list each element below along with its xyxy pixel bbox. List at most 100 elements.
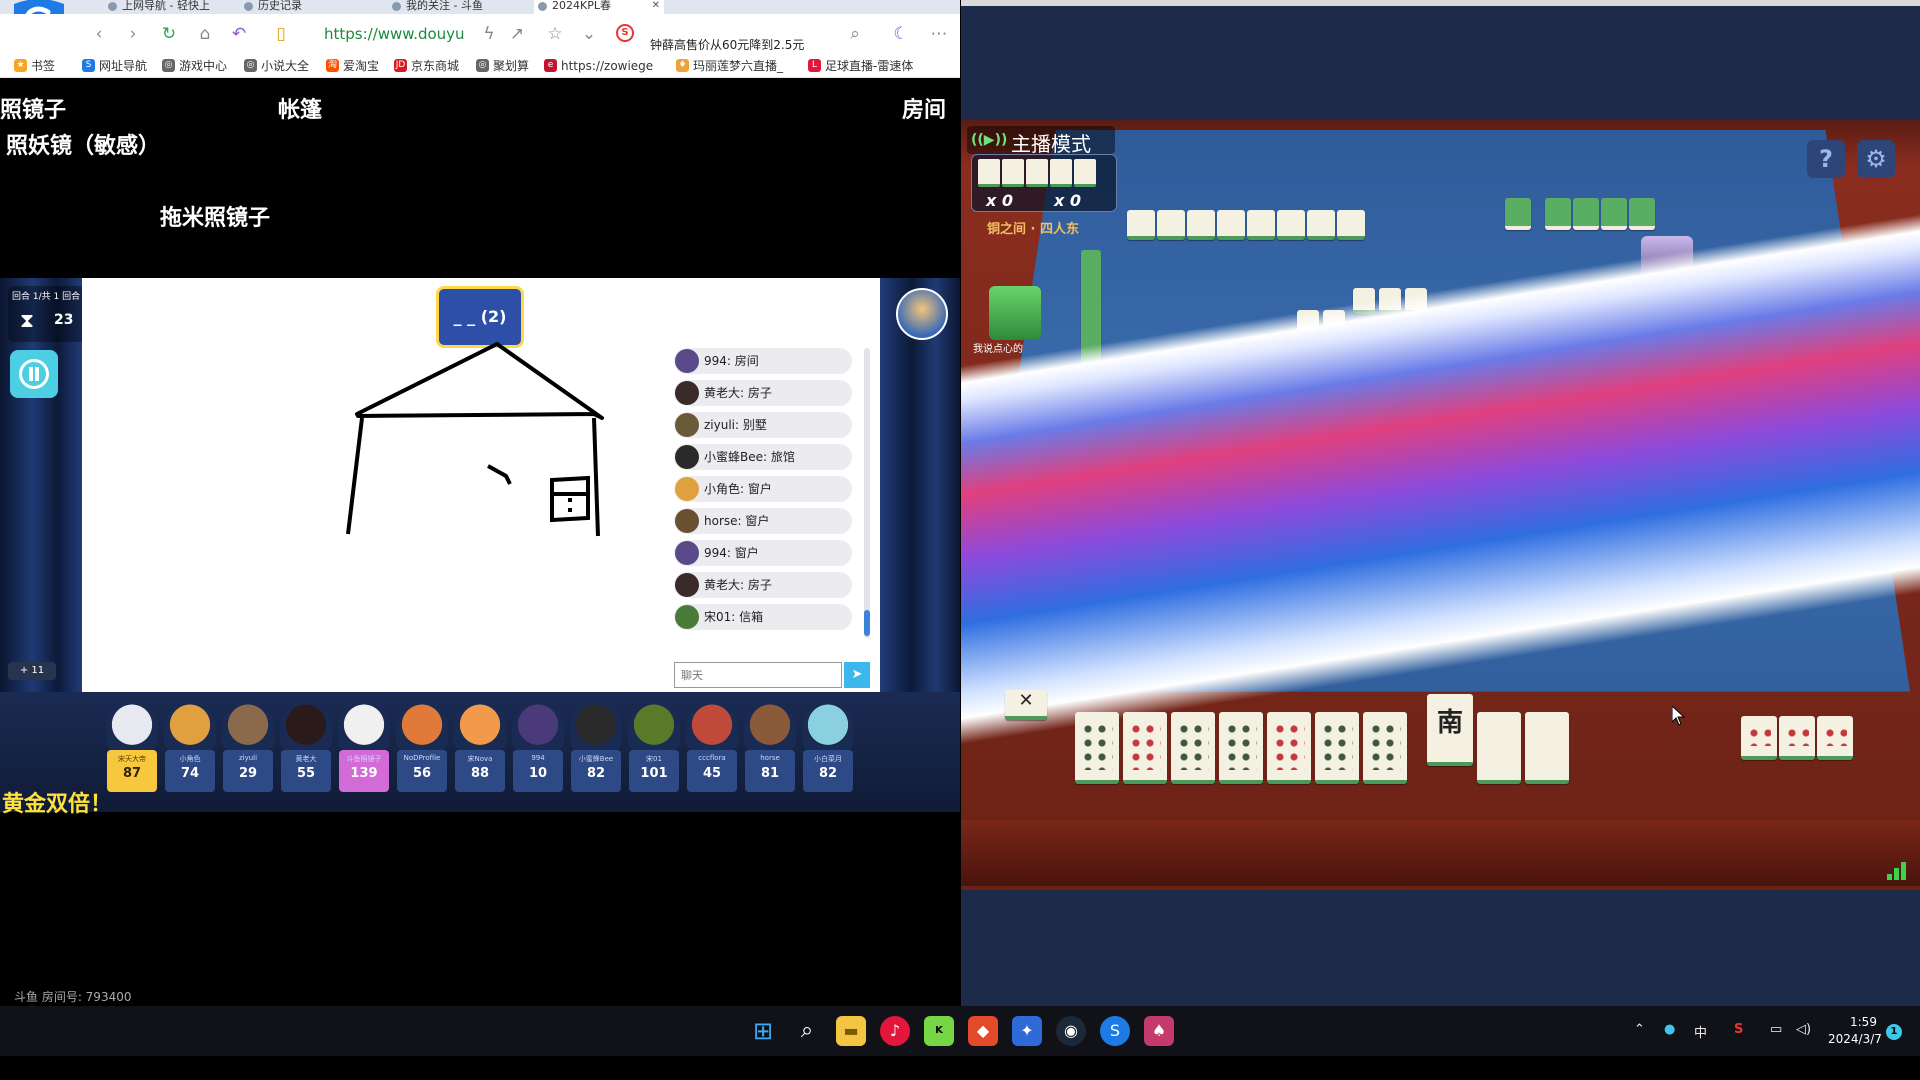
tile (1307, 210, 1335, 240)
news-ticker[interactable]: 钟薛高售价从60元降到2.5元 (650, 36, 804, 53)
player-bar: 宋天大帝 87 小角色 74 ziyuli 29 黄老大 55 斗鱼照镜子 139 NoD… (0, 692, 960, 812)
tab-history[interactable]: 历史记录 (240, 0, 370, 14)
microphone-icon[interactable]: ● (1664, 1022, 1675, 1037)
clock-date[interactable]: 2024/3/7 (1828, 1032, 1882, 1046)
avatar (675, 605, 699, 629)
home-icon[interactable]: ⌂ (194, 23, 216, 45)
back-icon[interactable]: ‹ (88, 23, 110, 45)
player-card[interactable]: 斗鱼照镜子 139 (338, 704, 390, 796)
hand-tile[interactable] (1477, 712, 1521, 784)
hand-tile[interactable] (1363, 712, 1407, 784)
bookmark-item[interactable]: S 网址导航 (82, 59, 147, 73)
avatar[interactable] (989, 286, 1041, 340)
star-icon[interactable]: ☆ (544, 23, 566, 45)
netease-music-icon[interactable]: ♪ (880, 1016, 910, 1046)
player-card[interactable]: 宋Nova 88 (454, 704, 506, 796)
bookmark-item[interactable]: ♦ 玛丽莲梦六直播_ (676, 59, 783, 73)
streamer-mode-toggle[interactable]: ((▶)) 主播模式 (967, 126, 1115, 156)
search-icon[interactable]: ⌕ (844, 23, 866, 45)
sogou-ime-icon[interactable]: S (1734, 1022, 1743, 1037)
bookmark-item[interactable]: ◎ 小说大全 (244, 59, 309, 73)
avatar (454, 704, 506, 750)
chevron-up-icon[interactable]: ⌃ (1634, 1022, 1645, 1037)
avatar (280, 704, 332, 750)
chevron-down-icon[interactable]: ⌄ (578, 23, 600, 45)
player-card[interactable]: 小角色 74 (164, 704, 216, 796)
hand-tile[interactable] (1267, 712, 1311, 784)
tab-navigation[interactable]: 上网导航 - 轻快上 (104, 0, 224, 14)
send-icon[interactable]: ➤ (844, 662, 870, 688)
tab-kpl[interactable]: 2024KPL春 ✕ (534, 0, 664, 14)
player-card[interactable]: cccflora 45 (686, 704, 738, 796)
round-label: 回合 1/共 1 回合 (12, 292, 81, 302)
table-rail (961, 820, 1920, 886)
forward-icon[interactable]: › (122, 23, 144, 45)
bookmark-item[interactable]: e https://zowiege (544, 59, 653, 73)
sogou-icon[interactable]: S (616, 24, 634, 42)
windows-start-icon[interactable]: ⊞ (748, 1016, 778, 1046)
clock-time[interactable]: 1:59 (1850, 1015, 1877, 1029)
close-tab-icon[interactable]: ✕ (652, 0, 660, 12)
chat-scrollbar[interactable] (864, 348, 870, 638)
monitor-icon[interactable]: ▭ (1770, 1022, 1782, 1037)
player-card[interactable]: 宋01 101 (628, 704, 680, 796)
bookmark-item[interactable]: ◎ 游戏中心 (162, 59, 227, 73)
search-icon[interactable]: ⌕ (792, 1016, 822, 1046)
player-card[interactable]: 黄老大 55 (280, 704, 332, 796)
tile (1002, 159, 1024, 187)
network-icon[interactable]: ✦ (1012, 1016, 1042, 1046)
player-card[interactable]: 宋天大帝 87 (106, 704, 158, 796)
gear-icon[interactable]: ⚙ (1857, 140, 1895, 178)
notification-badge[interactable]: 1 (1886, 1024, 1902, 1040)
browser-icon[interactable]: S (1100, 1016, 1130, 1046)
guess-word: 房间 (902, 98, 947, 123)
moon-icon[interactable]: ☾ (890, 23, 912, 45)
sogou-icon: S (82, 59, 95, 72)
avatar (675, 573, 699, 597)
hand-tile[interactable]: 南 (1427, 694, 1473, 766)
player-card[interactable]: 小白菜月 82 (802, 704, 854, 796)
chat-input[interactable] (674, 662, 842, 688)
avatar (802, 704, 854, 750)
drawing-canvas[interactable]: _ _ (2) 994: 房间 黄老大: 房子 ziyuli: 别墅 小蜜蜂Be… (82, 278, 880, 692)
player-card[interactable]: horse 81 (744, 704, 796, 796)
player-card[interactable]: NoDProfile 56 (396, 704, 448, 796)
game-icon[interactable]: ◆ (968, 1016, 998, 1046)
volume-icon[interactable]: ◁) (1796, 1022, 1811, 1037)
player-card[interactable]: ziyuli 29 (222, 704, 274, 796)
share-icon[interactable]: ↗ (506, 23, 528, 45)
kook-icon[interactable]: K (924, 1016, 954, 1046)
hand-tile[interactable] (1525, 712, 1569, 784)
help-icon[interactable]: ? (1807, 140, 1845, 178)
lightning-icon[interactable]: ϟ (478, 23, 500, 45)
bookmark-item[interactable]: 淘爱淘宝 (326, 59, 379, 73)
scroll-thumb[interactable] (864, 610, 870, 636)
reader-icon[interactable]: ▯ (270, 23, 292, 45)
hand-tile[interactable] (1075, 712, 1119, 784)
hand-tile[interactable] (1219, 712, 1263, 784)
folder-icon[interactable]: ▬ (836, 1016, 866, 1046)
player-card[interactable]: 小蜜蜂Bee 82 (570, 704, 622, 796)
curtain-right (880, 278, 960, 692)
ime-indicator[interactable]: 中 (1694, 1022, 1707, 1041)
bookmark-item[interactable]: ★ 书签 (14, 59, 55, 73)
bookmark-item[interactable]: L 足球直播-雷速体 (808, 59, 913, 73)
hand-tile[interactable] (1315, 712, 1359, 784)
undo-icon[interactable]: ↶ (228, 23, 250, 45)
mahjong-app-icon[interactable]: ♠ (1144, 1016, 1174, 1046)
bookmark-item[interactable]: ◎ 聚划算 (476, 59, 529, 73)
avatar (628, 704, 680, 750)
pause-button[interactable] (10, 350, 58, 398)
hand-tile[interactable] (1171, 712, 1215, 784)
avatar (396, 704, 448, 750)
bookmark-item[interactable]: JD 京东商城 (394, 59, 459, 73)
tile (1050, 159, 1072, 187)
player-card[interactable]: 994 10 (512, 704, 564, 796)
guess-word: 帐篷 (278, 98, 323, 123)
refresh-icon[interactable]: ↻ (158, 23, 180, 45)
more-icon[interactable]: ⋯ (928, 23, 950, 45)
tab-following[interactable]: 我的关注 - 斗鱼 (388, 0, 518, 14)
hand-tile[interactable] (1123, 712, 1167, 784)
steam-icon[interactable]: ◉ (1056, 1016, 1086, 1046)
avatar[interactable] (896, 288, 948, 340)
